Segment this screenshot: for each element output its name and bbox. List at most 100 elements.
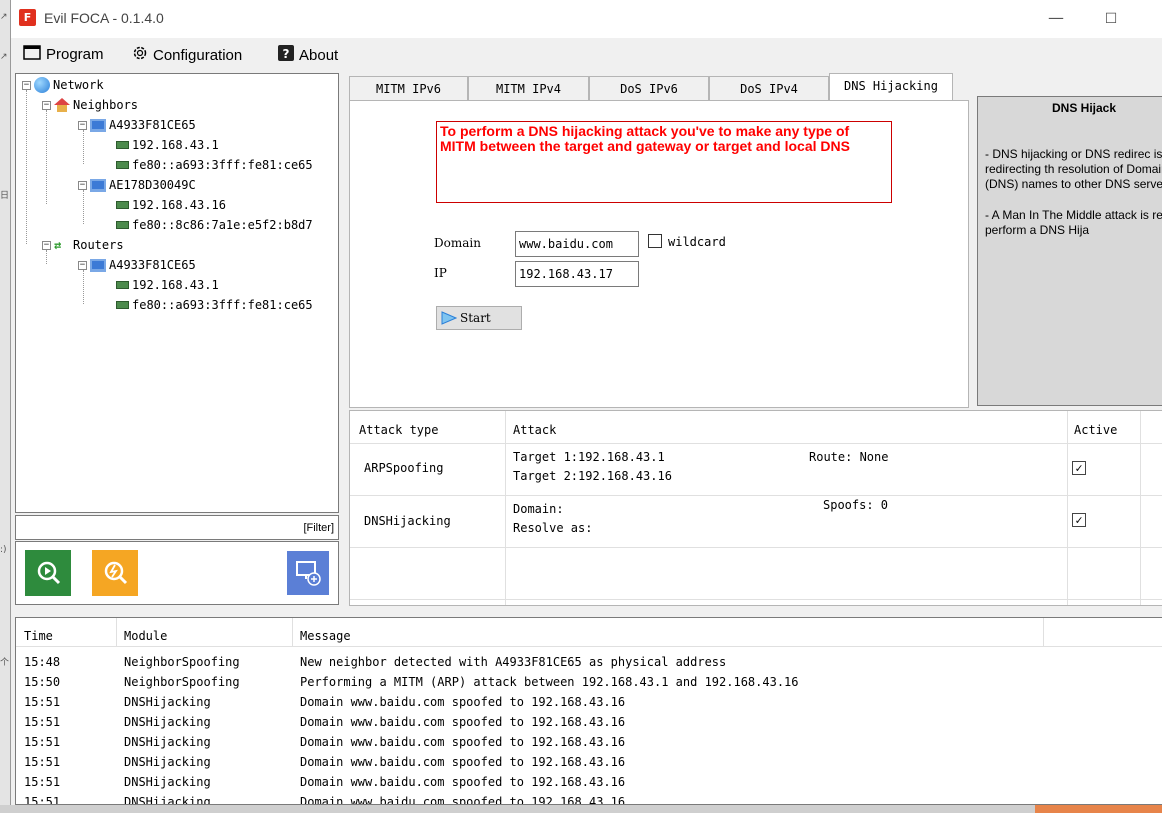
- help-icon: ?: [278, 45, 294, 65]
- tab-mitm-ipv6[interactable]: MITM IPv6: [349, 76, 468, 100]
- gear-icon: [132, 45, 148, 65]
- collapse-icon[interactable]: −: [78, 180, 87, 190]
- ip-label: IP: [434, 266, 447, 280]
- column-header[interactable]: Message: [300, 626, 351, 646]
- desktop-background: ↗ ↗ 日 :) 个: [0, 0, 10, 813]
- collapse-icon[interactable]: −: [42, 240, 51, 250]
- collapse-icon[interactable]: −: [42, 100, 51, 110]
- attack-detail-cell: Target 2:192.168.43.16: [513, 469, 672, 483]
- filter-link[interactable]: [Filter]: [303, 522, 334, 534]
- info-title: DNS Hijack: [1052, 101, 1117, 115]
- column-header[interactable]: Attack type: [359, 423, 438, 437]
- log-row[interactable]: 15:51 DNSHijacking Domain www.baidu.com …: [16, 772, 1162, 792]
- filter-bar[interactable]: [Filter]: [15, 515, 339, 540]
- log-message: Domain www.baidu.com spoofed to 192.168.…: [300, 795, 626, 805]
- tree-node-neighbors[interactable]: − Neighbors: [42, 95, 138, 115]
- start-button[interactable]: Start: [436, 306, 522, 330]
- maximize-button[interactable]: ☐: [1096, 6, 1126, 34]
- log-row[interactable]: 15:48 NeighborSpoofing New neighbor dete…: [16, 652, 1162, 672]
- tree-node-host[interactable]: − A4933F81CE65: [78, 255, 196, 275]
- log-module: DNSHijacking: [124, 695, 211, 709]
- active-checkbox[interactable]: ✓: [1072, 513, 1086, 527]
- tree-node-routers[interactable]: − ⇄ Routers: [42, 235, 124, 255]
- dns-hijacking-panel: To perform a DNS hijacking attack you've…: [349, 100, 969, 408]
- desktop-glyph: ↗: [0, 52, 8, 62]
- log-row[interactable]: 15:51 DNSHijacking Domain www.baidu.com …: [16, 752, 1162, 772]
- menu-program[interactable]: Program: [23, 45, 104, 64]
- desktop-glyph: :): [0, 545, 7, 555]
- log-module: DNSHijacking: [124, 715, 211, 729]
- minimize-button[interactable]: —: [1041, 4, 1071, 34]
- add-computer-button[interactable]: [287, 551, 329, 595]
- collapse-icon[interactable]: −: [22, 80, 31, 90]
- tree-node-network[interactable]: − Network: [22, 75, 104, 95]
- menu-about[interactable]: ? About: [278, 45, 338, 65]
- column-header[interactable]: Active: [1074, 423, 1117, 437]
- tab-dns-hijacking[interactable]: DNS Hijacking: [829, 73, 953, 101]
- attacks-table[interactable]: Attack type Attack Active ARPSpoofing Ta…: [349, 410, 1162, 606]
- log-message: Domain www.baidu.com spoofed to 192.168.…: [300, 735, 626, 749]
- active-checkbox[interactable]: ✓: [1072, 461, 1086, 475]
- log-module: DNSHijacking: [124, 755, 211, 769]
- attack-detail-cell: Resolve as:: [513, 521, 593, 535]
- tree-label: A4933F81CE65: [109, 258, 196, 272]
- ip-input[interactable]: 192.168.43.17: [515, 261, 639, 287]
- log-module: DNSHijacking: [124, 795, 211, 805]
- log-row[interactable]: 15:51 DNSHijacking Domain www.baidu.com …: [16, 732, 1162, 752]
- app-window: F Evil FOCA - 0.1.4.0 — ☐ Program Config…: [10, 0, 1162, 805]
- tree-node-address[interactable]: fe80::8c86:7a1e:e5f2:b8d7: [116, 215, 313, 235]
- globe-icon: [34, 77, 50, 93]
- wildcard-checkbox[interactable]: [648, 234, 662, 248]
- log-time: 15:50: [24, 675, 61, 689]
- log-module: NeighborSpoofing: [124, 655, 240, 669]
- info-panel: DNS Hijack - DNS hijacking or DNS redire…: [977, 96, 1162, 406]
- tree-node-host[interactable]: − A4933F81CE65: [78, 115, 196, 135]
- log-message: Domain www.baidu.com spoofed to 192.168.…: [300, 715, 626, 729]
- tree-label: 192.168.43.1: [132, 138, 219, 152]
- menu-about-label: About: [299, 46, 339, 64]
- log-row[interactable]: 15:51 DNSHijacking Domain www.baidu.com …: [16, 712, 1162, 732]
- tab-dos-ipv6[interactable]: DoS IPv6: [589, 76, 709, 100]
- tree-node-address[interactable]: 192.168.43.1: [116, 275, 219, 295]
- log-row[interactable]: 15:51 DNSHijacking Domain www.baidu.com …: [16, 692, 1162, 712]
- tree-node-address[interactable]: fe80::a693:3fff:fe81:ce65: [116, 295, 313, 315]
- tree-node-host[interactable]: − AE178D30049C: [78, 175, 196, 195]
- collapse-icon[interactable]: −: [78, 260, 87, 270]
- window-title: Evil FOCA - 0.1.4.0: [44, 10, 164, 26]
- tab-dos-ipv4[interactable]: DoS IPv4: [709, 76, 829, 100]
- log-row[interactable]: 15:51 DNSHijacking Domain www.baidu.com …: [16, 792, 1162, 805]
- network-tree[interactable]: − Network − Neighbors − A4933F81CE65 192…: [15, 73, 339, 513]
- tree-node-address[interactable]: 192.168.43.1: [116, 135, 219, 155]
- network-card-icon: [116, 301, 129, 309]
- log-message: Domain www.baidu.com spoofed to 192.168.…: [300, 695, 626, 709]
- attack-scan-button[interactable]: [92, 550, 138, 596]
- menu-bar: Program Configuration ? About: [11, 38, 1162, 70]
- tree-label: Network: [53, 78, 104, 92]
- log-row[interactable]: 15:50 NeighborSpoofing Performing a MITM…: [16, 672, 1162, 692]
- column-header[interactable]: Attack: [513, 423, 556, 437]
- tree-label: fe80::a693:3fff:fe81:ce65: [132, 158, 313, 172]
- desktop-glyph: 个: [0, 658, 10, 668]
- collapse-icon[interactable]: −: [78, 120, 87, 130]
- tree-label: 192.168.43.16: [132, 198, 226, 212]
- log-message: Domain www.baidu.com spoofed to 192.168.…: [300, 775, 626, 789]
- tab-mitm-ipv4[interactable]: MITM IPv4: [468, 76, 589, 100]
- computer-icon: [90, 178, 106, 192]
- log-message: Performing a MITM (ARP) attack between 1…: [300, 675, 799, 689]
- domain-input[interactable]: www.baidu.com: [515, 231, 639, 257]
- menu-configuration[interactable]: Configuration: [132, 45, 242, 65]
- tree-node-address[interactable]: fe80::a693:3fff:fe81:ce65: [116, 155, 313, 175]
- column-header[interactable]: Module: [124, 626, 167, 646]
- lightning-search-icon: [104, 561, 128, 585]
- start-scan-button[interactable]: [25, 550, 71, 596]
- menu-configuration-label: Configuration: [153, 46, 243, 64]
- warning-message: To perform a DNS hijacking attack you've…: [436, 121, 892, 203]
- action-button-panel: [15, 541, 339, 605]
- tree-node-address[interactable]: 192.168.43.16: [116, 195, 226, 215]
- column-header[interactable]: Time: [24, 626, 53, 646]
- computer-icon: [90, 118, 106, 132]
- attack-detail-cell: Domain:: [513, 502, 564, 516]
- domain-label: Domain: [434, 236, 481, 250]
- log-table[interactable]: Time Module Message 15:48 NeighborSpoofi…: [15, 617, 1162, 805]
- house-icon: [54, 98, 70, 112]
